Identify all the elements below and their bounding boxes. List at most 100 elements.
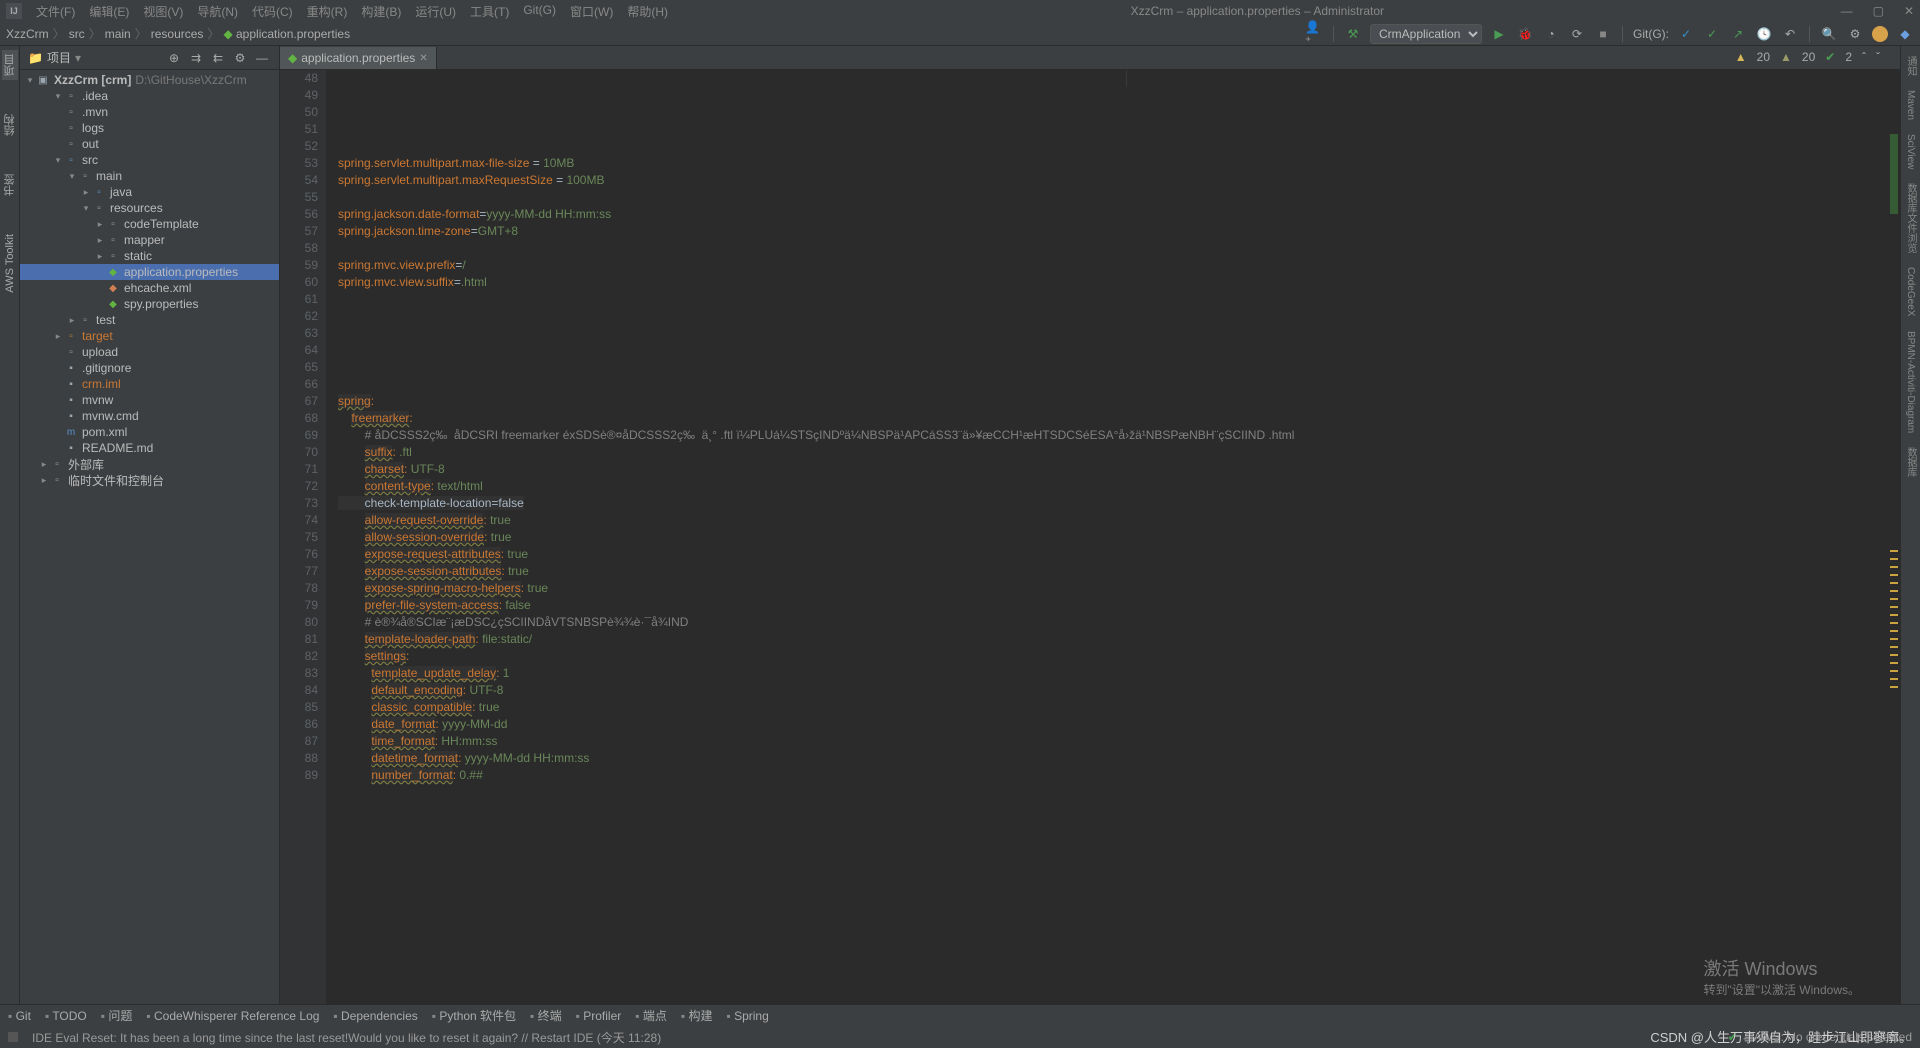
minimize-button[interactable]: — bbox=[1841, 4, 1853, 18]
code-line[interactable]: spring.mvc.view.suffix=.html bbox=[338, 274, 1900, 291]
git-update-icon[interactable]: ✓ bbox=[1677, 25, 1695, 43]
code-line[interactable] bbox=[338, 325, 1900, 342]
tree-node[interactable]: ◆spy.properties bbox=[20, 296, 279, 312]
run-button[interactable]: ▶ bbox=[1490, 25, 1508, 43]
code-line[interactable]: date_format: yyyy-MM-dd bbox=[338, 716, 1900, 733]
code-line[interactable] bbox=[338, 121, 1900, 138]
right-tab[interactable]: SciView bbox=[1905, 130, 1916, 173]
code-line[interactable]: datetime_format: yyyy-MM-dd HH:mm:ss bbox=[338, 750, 1900, 767]
menu-item[interactable]: 编辑(E) bbox=[83, 1, 135, 22]
right-tab[interactable]: 数据库 bbox=[1903, 443, 1918, 481]
toolwindow-tab[interactable]: ▪ CodeWhisperer Reference Log bbox=[146, 1009, 319, 1023]
tree-node[interactable]: mpom.xml bbox=[20, 424, 279, 440]
code-line[interactable]: # è®¾å®SCIæ¨¡æDSC¿çSCIINDåVTSNBSPè¾¾è·¯å… bbox=[338, 614, 1900, 631]
git-history-icon[interactable]: 🕓 bbox=[1755, 25, 1773, 43]
right-tab[interactable]: 数据库文件浏览 bbox=[1903, 179, 1918, 257]
menu-item[interactable]: Git(G) bbox=[517, 1, 562, 22]
code-line[interactable] bbox=[338, 359, 1900, 376]
toolwindow-tab[interactable]: ▪ Dependencies bbox=[333, 1009, 417, 1023]
breadcrumb-item[interactable]: src bbox=[69, 27, 85, 41]
tree-node[interactable]: ▫out bbox=[20, 136, 279, 152]
gear-icon[interactable]: ⚙ bbox=[231, 49, 249, 67]
tree-root[interactable]: ▾▣XzzCrm [crm]D:\GitHouse\XzzCrm bbox=[20, 72, 279, 88]
debug-button[interactable]: 🐞 bbox=[1516, 25, 1534, 43]
tree-node[interactable]: ▸▫临时文件和控制台 bbox=[20, 472, 279, 488]
right-tab[interactable]: 通知 bbox=[1903, 52, 1918, 80]
code-line[interactable]: freemarker: bbox=[338, 410, 1900, 427]
chevron-up-icon[interactable]: ˆ bbox=[1862, 50, 1866, 64]
left-tab[interactable]: 结构 bbox=[2, 110, 18, 140]
git-commit-icon[interactable]: ✓ bbox=[1703, 25, 1721, 43]
code-line[interactable] bbox=[338, 342, 1900, 359]
code-line[interactable] bbox=[338, 784, 1900, 801]
expand-all-icon[interactable]: ⇉ bbox=[187, 49, 205, 67]
tree-node[interactable]: ▫.mvn bbox=[20, 104, 279, 120]
left-tab[interactable]: 书签 bbox=[2, 170, 18, 200]
code-line[interactable] bbox=[338, 801, 1900, 818]
tree-node[interactable]: ▸▫test bbox=[20, 312, 279, 328]
menu-item[interactable]: 文件(F) bbox=[30, 1, 81, 22]
select-opened-icon[interactable]: ⊕ bbox=[165, 49, 183, 67]
profile-button[interactable]: ⟳ bbox=[1568, 25, 1586, 43]
code-line[interactable] bbox=[338, 138, 1900, 155]
git-push-icon[interactable]: ↗ bbox=[1729, 25, 1747, 43]
stop-button[interactable]: ■ bbox=[1594, 25, 1612, 43]
maximize-button[interactable]: ▢ bbox=[1873, 4, 1884, 18]
build-button[interactable]: ⚒ bbox=[1344, 25, 1362, 43]
menu-item[interactable]: 导航(N) bbox=[191, 1, 244, 22]
code-line[interactable] bbox=[338, 308, 1900, 325]
toolwindow-tab[interactable]: ▪ 终端 bbox=[530, 1007, 562, 1024]
tab-application-properties[interactable]: ◆ application.properties ✕ bbox=[280, 47, 437, 69]
code-line[interactable]: charset: UTF-8 bbox=[338, 461, 1900, 478]
menu-item[interactable]: 帮助(H) bbox=[621, 1, 674, 22]
menu-item[interactable]: 视图(V) bbox=[137, 1, 189, 22]
tree-node[interactable]: ▪README.md bbox=[20, 440, 279, 456]
code-line[interactable] bbox=[338, 240, 1900, 257]
status-icon[interactable] bbox=[8, 1032, 18, 1042]
code-line[interactable]: expose-request-attributes: true bbox=[338, 546, 1900, 563]
code-line[interactable]: spring.mvc.view.prefix=/ bbox=[338, 257, 1900, 274]
code-line[interactable] bbox=[338, 189, 1900, 206]
code-line[interactable]: default_encoding: UTF-8 bbox=[338, 682, 1900, 699]
code-lines[interactable]: spring.servlet.multipart.max-file-size =… bbox=[326, 70, 1900, 1004]
inspection-badges[interactable]: ▲20 ▲20 ✔2 ˆ ˇ bbox=[1735, 50, 1880, 64]
code-line[interactable]: allow-session-override: true bbox=[338, 529, 1900, 546]
menu-item[interactable]: 构建(B) bbox=[355, 1, 407, 22]
code-line[interactable]: classic_compatible: true bbox=[338, 699, 1900, 716]
right-tab[interactable]: CodeGeeX bbox=[1905, 263, 1916, 320]
code-editor[interactable]: 4849505152535455565758596061626364656667… bbox=[280, 70, 1900, 1004]
error-stripe[interactable] bbox=[1888, 94, 1900, 1004]
tree-node[interactable]: ▾▫src bbox=[20, 152, 279, 168]
breadcrumb-item[interactable]: ◆ application.properties bbox=[223, 27, 350, 41]
tree-node[interactable]: ▸▫java bbox=[20, 184, 279, 200]
code-line[interactable]: prefer-file-system-access: false bbox=[338, 597, 1900, 614]
tree-node[interactable]: ▫logs bbox=[20, 120, 279, 136]
tree-node[interactable]: ▪mvnw.cmd bbox=[20, 408, 279, 424]
left-tab[interactable]: AWS Toolkit bbox=[4, 230, 16, 297]
tree-node[interactable]: ▸▫外部库 bbox=[20, 456, 279, 472]
code-line[interactable]: spring.servlet.multipart.maxRequestSize … bbox=[338, 172, 1900, 189]
toolwindow-tab[interactable]: ▪ Python 软件包 bbox=[432, 1007, 516, 1024]
code-line[interactable] bbox=[338, 818, 1900, 835]
tree-node[interactable]: ▪.gitignore bbox=[20, 360, 279, 376]
chevron-down-icon[interactable]: ▾ bbox=[75, 51, 81, 65]
collapse-all-icon[interactable]: ⇇ bbox=[209, 49, 227, 67]
close-button[interactable]: ✕ bbox=[1904, 4, 1914, 18]
toolwindow-tab[interactable]: ▪ Profiler bbox=[576, 1009, 622, 1023]
code-line[interactable] bbox=[338, 291, 1900, 308]
code-line[interactable]: spring.servlet.multipart.max-file-size =… bbox=[338, 155, 1900, 172]
breadcrumb-item[interactable]: resources bbox=[151, 27, 204, 41]
run-config-select[interactable]: CrmApplication bbox=[1370, 24, 1482, 44]
menu-item[interactable]: 工具(T) bbox=[464, 1, 515, 22]
tree-node[interactable]: ▾▫.idea bbox=[20, 88, 279, 104]
tree-node[interactable]: ▪crm.iml bbox=[20, 376, 279, 392]
chevron-down-icon[interactable]: ˇ bbox=[1876, 50, 1880, 64]
tree-node[interactable]: ▸▫mapper bbox=[20, 232, 279, 248]
code-line[interactable]: # åDCSSS2ç‰ åDCSRI freemarker éxSDSè®¤åD… bbox=[338, 427, 1900, 444]
toolwindow-tab[interactable]: ▪ 端点 bbox=[635, 1007, 667, 1024]
code-line[interactable]: suffix: .ftl bbox=[338, 444, 1900, 461]
tree-node[interactable]: ▪mvnw bbox=[20, 392, 279, 408]
toolwindow-tab[interactable]: ▪ Spring bbox=[726, 1009, 768, 1023]
tree-node[interactable]: ▾▫resources bbox=[20, 200, 279, 216]
code-line[interactable]: spring.jackson.date-format=yyyy-MM-dd HH… bbox=[338, 206, 1900, 223]
